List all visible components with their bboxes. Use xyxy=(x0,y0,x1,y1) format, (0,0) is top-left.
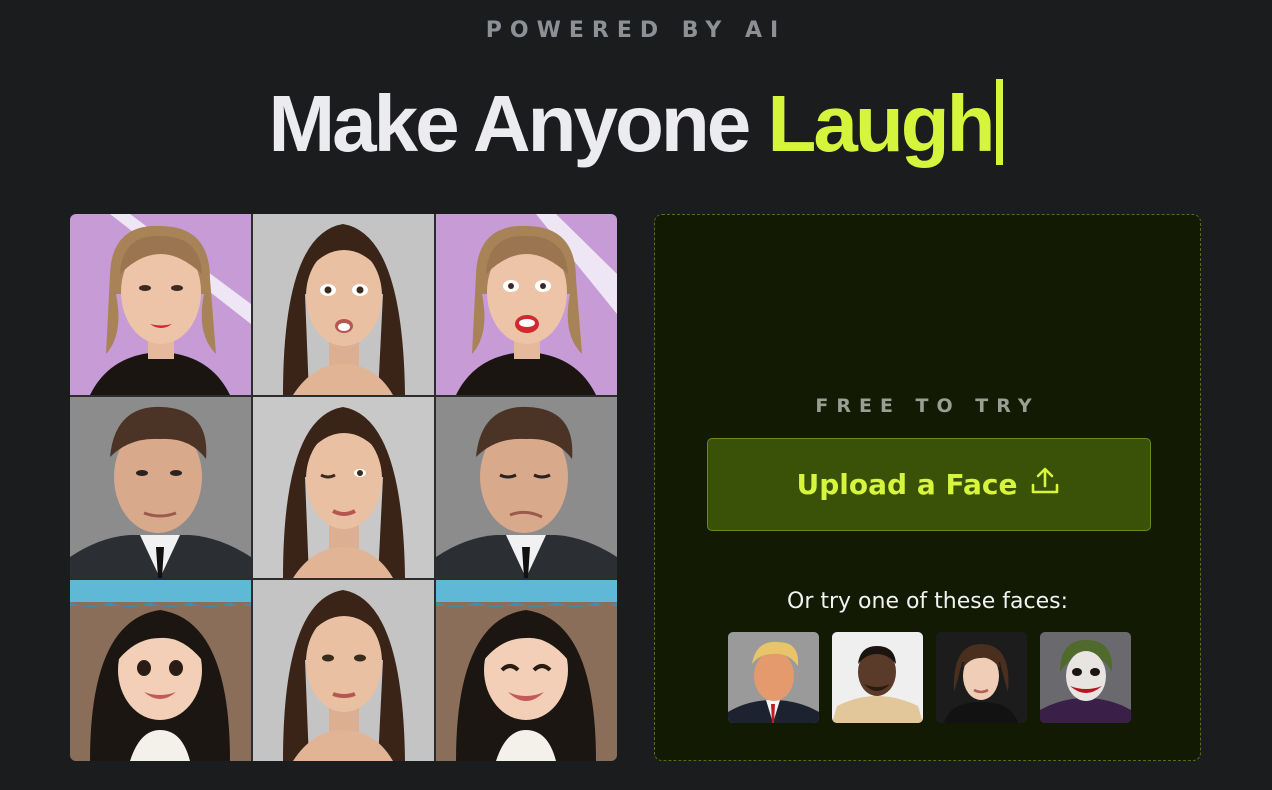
sample-face-3[interactable] xyxy=(936,632,1027,723)
headline-main: Make Anyone xyxy=(268,79,768,168)
upload-icon xyxy=(1029,465,1061,504)
upload-dropzone[interactable]: FREE TO TRY Upload a Face Or try one of … xyxy=(654,214,1201,761)
example-gallery xyxy=(70,214,617,761)
gallery-tile-brunette-winking xyxy=(253,397,434,578)
upload-face-button[interactable]: Upload a Face xyxy=(707,438,1151,531)
powered-by-label: POWERED BY AI xyxy=(485,18,787,43)
free-to-try-label: FREE TO TRY xyxy=(815,395,1040,417)
gallery-tile-man-neutral xyxy=(70,397,251,578)
gallery-tile-blonde-neutral xyxy=(70,214,251,395)
sample-face-2[interactable] xyxy=(832,632,923,723)
sample-faces-row xyxy=(728,632,1131,723)
gallery-tile-man-winking xyxy=(436,397,617,578)
typing-caret xyxy=(996,79,1004,165)
page-title: Make Anyone Laugh xyxy=(0,76,1272,172)
gallery-tile-cartoon-girl-2 xyxy=(436,580,617,761)
gallery-tile-blonde-shocked xyxy=(436,214,617,395)
gallery-tile-brunette-neutral xyxy=(253,580,434,761)
headline-accent-word: Laugh xyxy=(767,79,996,168)
sample-face-4[interactable] xyxy=(1040,632,1131,723)
try-sample-faces-label: Or try one of these faces: xyxy=(787,589,1068,614)
gallery-tile-cartoon-girl xyxy=(70,580,251,761)
sample-face-1[interactable] xyxy=(728,632,819,723)
gallery-tile-brunette-surprised xyxy=(253,214,434,395)
upload-button-label: Upload a Face xyxy=(796,468,1018,501)
